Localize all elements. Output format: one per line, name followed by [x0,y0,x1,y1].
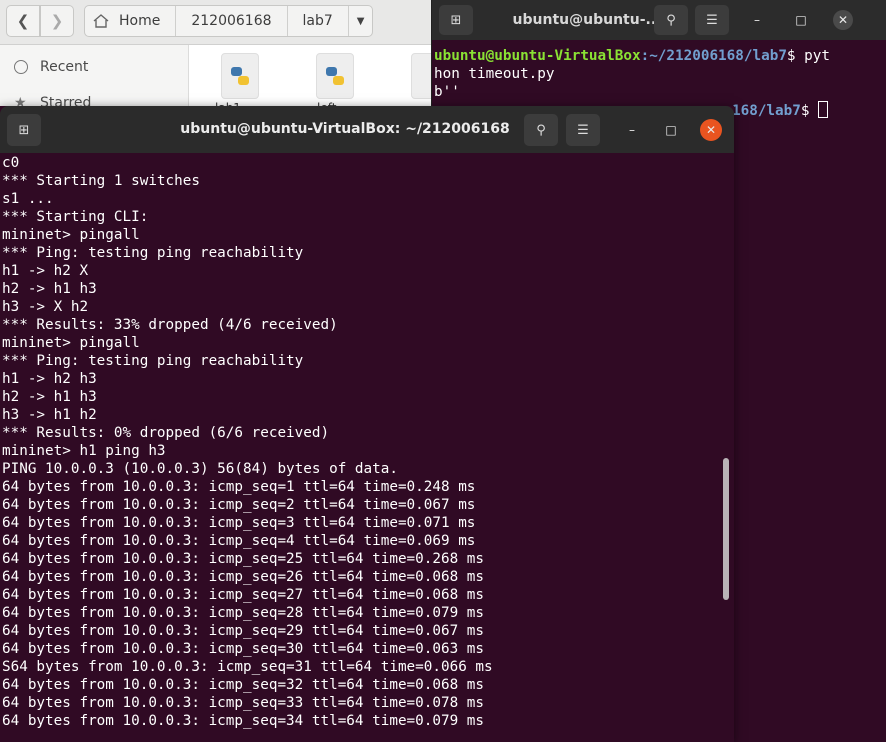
terminal-line: h3 -> h1 h2 [2,407,97,423]
minimize-button[interactable]: – [621,119,643,141]
close-icon: ✕ [837,13,849,27]
terminal-headerbar: ⊞ ubuntu@ubuntu-VirtualBox: ~/212006168 … [0,106,734,153]
terminal-line: *** Starting 1 switches [2,173,200,189]
terminal-line: c0 [2,155,20,171]
maximize-button[interactable]: □ [660,119,682,141]
breadcrumb-home[interactable]: Home [85,6,177,36]
terminal-line: 64 bytes from 10.0.0.3: icmp_seq=29 ttl=… [2,623,485,639]
prompt-symbol: $ [800,103,819,119]
new-tab-button[interactable]: ⊞ [7,114,41,146]
terminal-line: *** Ping: testing ping reachability [2,353,304,369]
close-icon: ✕ [705,123,717,137]
sidebar-item-recent[interactable]: Recent [14,59,88,75]
prompt-symbol: $ [786,48,805,64]
terminal-line: h1 -> h2 X [2,263,89,279]
python-file-icon[interactable] [221,53,259,99]
terminal-line: 64 bytes from 10.0.0.3: icmp_seq=2 ttl=6… [2,497,476,513]
caret-down-icon: ▼ [356,15,365,27]
home-icon [93,14,109,28]
python-file-icon[interactable] [316,53,354,99]
maximize-icon: □ [795,13,807,27]
back-button[interactable]: ❮ [6,5,40,37]
terminal-line: h2 -> h1 h3 [2,281,97,297]
sidebar-item-label: Recent [40,59,89,75]
maximize-button[interactable]: □ [791,10,811,30]
terminal-line: h2 -> h1 h3 [2,389,97,405]
terminal-line: 64 bytes from 10.0.0.3: icmp_seq=28 ttl=… [2,605,485,621]
hamburger-menu-icon: ☰ [706,12,718,28]
prompt-user: ubuntu@ubuntu-VirtualBox [434,48,641,64]
breadcrumb-current-folder[interactable]: lab7 [288,6,349,36]
window-title: ubuntu@ubuntu-VirtualBox: ~/212006168 [180,121,510,137]
new-tab-button[interactable]: ⊞ [439,5,473,35]
terminal-line: *** Results: 33% dropped (4/6 received) [2,317,338,333]
terminal-line: 64 bytes from 10.0.0.3: icmp_seq=26 ttl=… [2,569,485,585]
maximize-icon: □ [665,123,677,137]
minimize-icon: – [754,13,760,27]
breadcrumb: Home 212006168 lab7 ▼ [84,5,374,37]
text-cursor [818,101,829,118]
terminal-window[interactable]: ⊞ ubuntu@ubuntu-VirtualBox: ~/212006168 … [0,106,734,742]
terminal-line: 64 bytes from 10.0.0.3: icmp_seq=3 ttl=6… [2,515,476,531]
minimize-button[interactable]: – [747,10,767,30]
scrollbar-thumb[interactable] [723,458,729,600]
chevron-left-icon: ❮ [16,12,30,30]
python-icon [231,67,249,85]
terminal-line: mininet> pingall [2,227,140,243]
terminal-line: 64 bytes from 10.0.0.3: icmp_seq=33 ttl=… [2,695,485,711]
hamburger-menu-icon: ☰ [577,122,589,138]
search-button[interactable]: ⚲ [524,114,558,146]
terminal-line: 64 bytes from 10.0.0.3: icmp_seq=32 ttl=… [2,677,485,693]
close-button[interactable]: ✕ [700,119,722,141]
terminal-line: PING 10.0.0.3 (10.0.0.3) 56(84) bytes of… [2,461,398,477]
menu-button[interactable]: ☰ [695,5,729,35]
minimize-icon: – [629,123,635,137]
terminal-line: 64 bytes from 10.0.0.3: icmp_seq=27 ttl=… [2,587,485,603]
prompt-path: :~/212006168/lab7 [640,48,787,64]
python-icon [326,67,344,85]
terminal-output[interactable]: c0 *** Starting 1 switches s1 ... *** Start… [2,154,717,742]
terminal-line: 64 bytes from 10.0.0.3: icmp_seq=4 ttl=6… [2,533,476,549]
terminal-line: 64 bytes from 10.0.0.3: icmp_seq=30 ttl=… [2,641,485,657]
terminal-line: *** Starting CLI: [2,209,149,225]
clock-icon [14,60,28,74]
command-output: b'' [434,84,460,100]
terminal-line: 64 bytes from 10.0.0.3: icmp_seq=34 ttl=… [2,713,485,729]
breadcrumb-home-label: Home [119,13,161,29]
terminal-headerbar: ⊞ ubuntu@ubuntu-... ⚲ ☰ – □ ✕ [432,0,886,40]
chevron-right-icon: ❯ [50,12,64,30]
prompt-path: 168/lab7 [732,103,801,119]
search-icon: ⚲ [536,122,546,138]
new-tab-icon: ⊞ [450,12,462,28]
forward-button[interactable]: ❯ [40,5,74,37]
terminal-line: h3 -> X h2 [2,299,89,315]
new-tab-icon: ⊞ [18,122,30,138]
command-text-wrap: hon timeout.py [434,66,555,82]
terminal-line: h1 -> h2 h3 [2,371,97,387]
command-text: pyt [804,48,830,64]
terminal-line: 64 bytes from 10.0.0.3: icmp_seq=1 ttl=6… [2,479,476,495]
search-button[interactable]: ⚲ [654,5,688,35]
terminal-line: *** Results: 0% dropped (6/6 received) [2,425,330,441]
terminal-line: S64 bytes from 10.0.0.3: icmp_seq=31 ttl… [2,659,493,675]
search-icon: ⚲ [666,12,676,28]
terminal-line: mininet> h1 ping h3 [2,443,166,459]
breadcrumb-menu-button[interactable]: ▼ [349,6,373,36]
breadcrumb-folder[interactable]: 212006168 [176,6,288,36]
terminal-line: *** Ping: testing ping reachability [2,245,304,261]
close-button[interactable]: ✕ [833,10,853,30]
file-manager-headerbar: ❮ ❯ Home 212006168 lab7 ▼ [0,0,440,45]
terminal-line: mininet> pingall [2,335,140,351]
terminal-line: s1 ... [2,191,54,207]
menu-button[interactable]: ☰ [566,114,600,146]
terminal-line: 64 bytes from 10.0.0.3: icmp_seq=25 ttl=… [2,551,485,567]
